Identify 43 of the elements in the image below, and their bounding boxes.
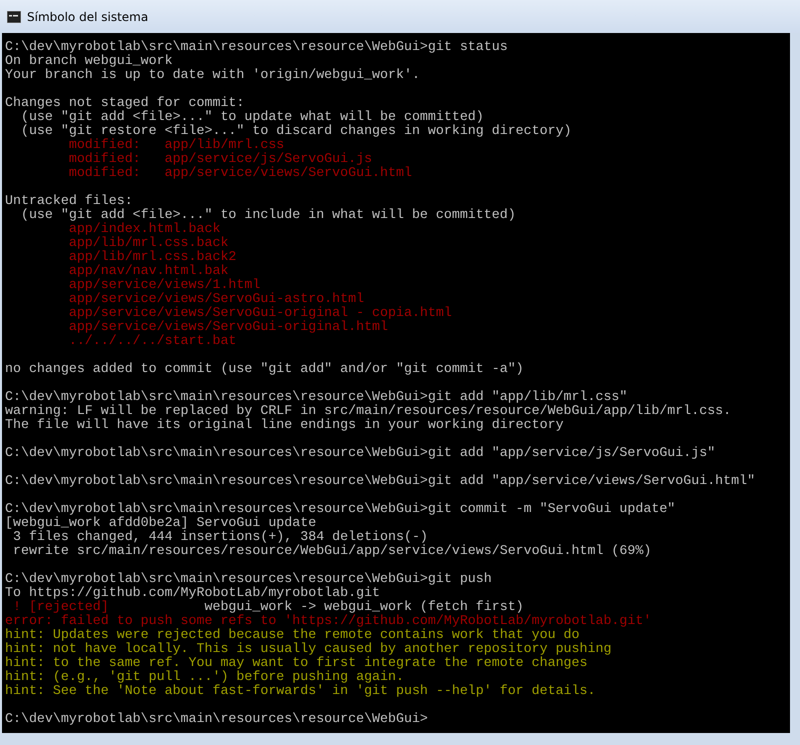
console-line: error: failed to push some refs to 'https://github.com/MyRobotLab/myrobotlab.git': [5, 614, 652, 628]
console-line: On branch webgui_work: [5, 54, 174, 68]
console-line: app/service/views/ServoGui-astro.html: [68, 292, 366, 306]
console-line: [webgui_work afdd0be2a] ServoGui update: [5, 516, 318, 530]
console-line: C:\dev\myrobotlab\src\main\resources\resource\WebGui>git status: [5, 40, 509, 54]
console-line: C:\dev\myrobotlab\src\main\resources\resource\WebGui>git push: [5, 572, 493, 586]
console-line: (use "git add <file>..." to include in what will be committed): [20, 208, 517, 222]
console-line: (use "git add <file>..." to update what will be committed): [20, 110, 485, 124]
console-line: app/nav/nav.html.bak: [68, 264, 230, 278]
console-line: hint: not have locally. This is usually caused by another repository pushing: [5, 642, 612, 656]
console-line: app/service/views/ServoGui-original.html: [68, 320, 390, 334]
console-line: Your branch is up to date with 'origin/webgui_work'.: [5, 68, 421, 82]
console-line: ../../../../start.bat: [68, 334, 238, 348]
console-line: C:\dev\myrobotlab\src\main\resources\resource\WebGui>git add "app/lib/mrl.css": [5, 390, 628, 404]
console-line: hint: (e.g., 'git pull ...') before pushing again.: [5, 670, 405, 684]
console-line: app/lib/mrl.css.back: [68, 236, 230, 250]
console-line: warning: LF will be replaced by CRLF in src/main/resources/resource/WebGui/app/lib/mrl.css.: [5, 404, 732, 418]
console-line: 3 files changed, 444 insertions(+), 384 deletions(-): [12, 530, 429, 544]
console-line: C:\dev\myrobotlab\src\main\resources\resource\WebGui>git add "app/service/js/ServoGui.js": [5, 446, 716, 460]
console-line: rewrite src/main/resources/resource/WebGui/app/service/views/ServoGui.html (69%): [12, 544, 652, 558]
console-line: C:\dev\myrobotlab\src\main\resources\resource\WebGui>: [5, 712, 429, 726]
console-line: app/index.html.back: [68, 222, 222, 236]
console-line: app/service/views/1.html: [68, 278, 262, 292]
window-title: Símbolo del sistema: [27, 9, 148, 25]
console-line: modified: app/lib/mrl.css: [68, 138, 286, 152]
console-line: (use "git restore <file>..." to discard changes in working directory): [20, 124, 573, 138]
console-line: Untracked files:: [5, 194, 134, 208]
console-line: modified: app/service/js/ServoGui.js: [68, 152, 374, 166]
console-line: app/service/views/ServoGui-original - copia.html: [68, 306, 453, 320]
console-line: To https://github.com/MyRobotLab/myrobotlab.git: [5, 586, 382, 600]
console-line: hint: to the same ref. You may want to first integrate the remote changes: [5, 656, 588, 670]
console-line: C:\dev\myrobotlab\src\main\resources\resource\WebGui>git commit -m "ServoGui update": [5, 502, 676, 516]
console-line: modified: app/service/views/ServoGui.html: [68, 166, 413, 180]
console-line: C:\dev\myrobotlab\src\main\resources\resource\WebGui>git add "app/service/views/ServoGui.html": [5, 474, 756, 488]
console-line: hint: Updates were rejected because the remote contains work that you do: [5, 628, 581, 642]
console-line: hint: See the 'Note about fast-forwards' in 'git push --help' for details.: [5, 684, 596, 698]
console-line: Changes not staged for commit:: [5, 96, 246, 110]
terminal-icon: [7, 11, 21, 23]
console-line: app/lib/mrl.css.back2: [68, 250, 238, 264]
console-text: webgui_work -> webgui_work (fetch first): [203, 599, 524, 614]
console-line: no changes added to commit (use "git add" and/or "git commit -a"): [5, 362, 525, 376]
console-line: The file will have its original line endings in your working directory: [5, 418, 565, 432]
console-text: ! [rejected]: [12, 599, 109, 614]
